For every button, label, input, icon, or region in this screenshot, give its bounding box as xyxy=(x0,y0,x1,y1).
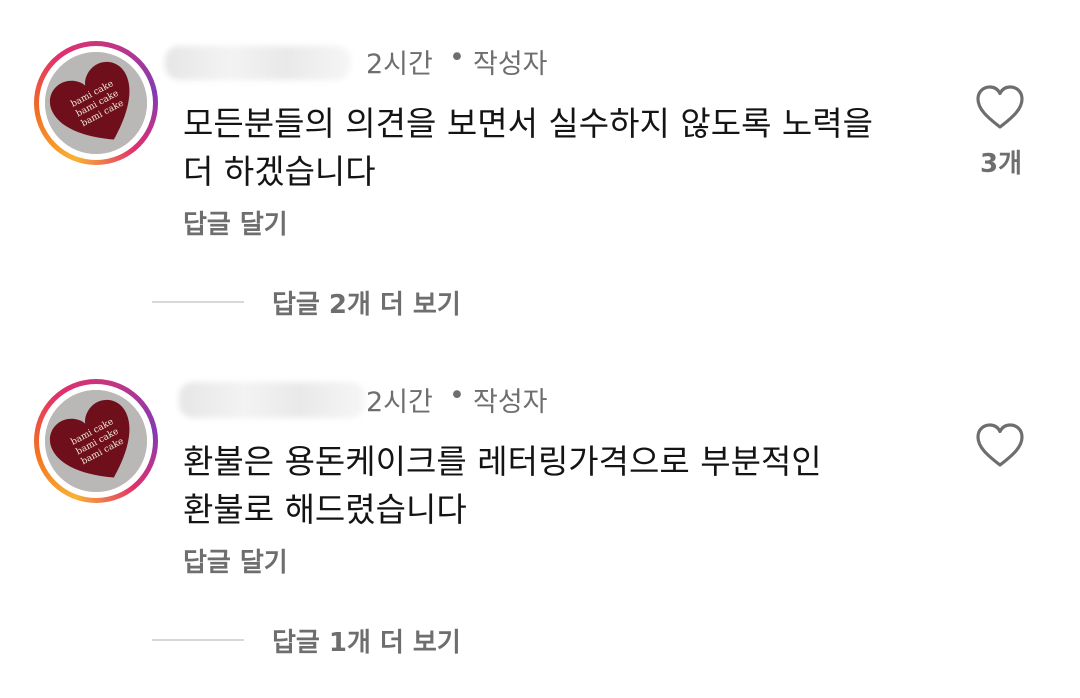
divider-line xyxy=(152,301,244,303)
author-badge: 작성자 xyxy=(473,387,548,418)
view-replies-button[interactable]: 답글 2개 더 보기 xyxy=(0,282,700,322)
heart-cake-image: bami cake bami cake bami cake xyxy=(45,52,147,154)
view-replies-label: 답글 2개 더 보기 xyxy=(272,290,461,320)
divider-line xyxy=(152,639,244,641)
avatar-image: bami cake bami cake bami cake xyxy=(45,52,147,154)
comment-time: 2시간 xyxy=(366,387,433,418)
like-count: 3개 xyxy=(979,149,1022,179)
heart-cake-image: bami cake bami cake bami cake xyxy=(45,390,147,492)
like-button[interactable] xyxy=(975,422,1025,470)
like-button[interactable] xyxy=(975,84,1025,132)
view-replies-label: 답글 1개 더 보기 xyxy=(272,628,461,658)
username-redacted[interactable] xyxy=(165,46,351,80)
avatar-image: bami cake bami cake bami cake xyxy=(45,390,147,492)
comment-item: bami cake bami cake bami cake 2시간 • 작성자 … xyxy=(0,0,1080,320)
comment-text: 모든분들의 의견을 보면서 실수하지 않도록 노력을 더 하겠습니다 xyxy=(183,100,923,196)
avatar[interactable]: bami cake bami cake bami cake xyxy=(34,379,158,503)
username-redacted[interactable] xyxy=(179,382,365,418)
comment-text-line: 모든분들의 의견을 보면서 실수하지 않도록 노력을 xyxy=(183,104,874,143)
separator-dot: • xyxy=(449,42,465,73)
avatar[interactable]: bami cake bami cake bami cake xyxy=(34,41,158,165)
comment-text-line: 더 하겠습니다 xyxy=(183,152,376,191)
author-badge: 작성자 xyxy=(473,49,548,80)
heart-outline-icon xyxy=(976,85,1024,129)
reply-button[interactable]: 답글 달기 xyxy=(183,204,288,241)
comment-text: 환불은 용돈케이크를 레터링가격으로 부분적인 환불로 해드렸습니다 xyxy=(183,438,923,534)
separator-dot: • xyxy=(449,380,465,411)
comment-text-line: 환불은 용돈케이크를 레터링가격으로 부분적인 xyxy=(183,442,822,481)
comment-text-line: 환불로 해드렸습니다 xyxy=(183,490,467,529)
heart-outline-icon xyxy=(976,423,1024,467)
comment-item: bami cake bami cake bami cake 2시간 • 작성자 … xyxy=(0,338,1080,658)
view-replies-button[interactable]: 답글 1개 더 보기 xyxy=(0,620,700,660)
comment-time: 2시간 xyxy=(366,49,433,80)
reply-button[interactable]: 답글 달기 xyxy=(183,542,288,579)
